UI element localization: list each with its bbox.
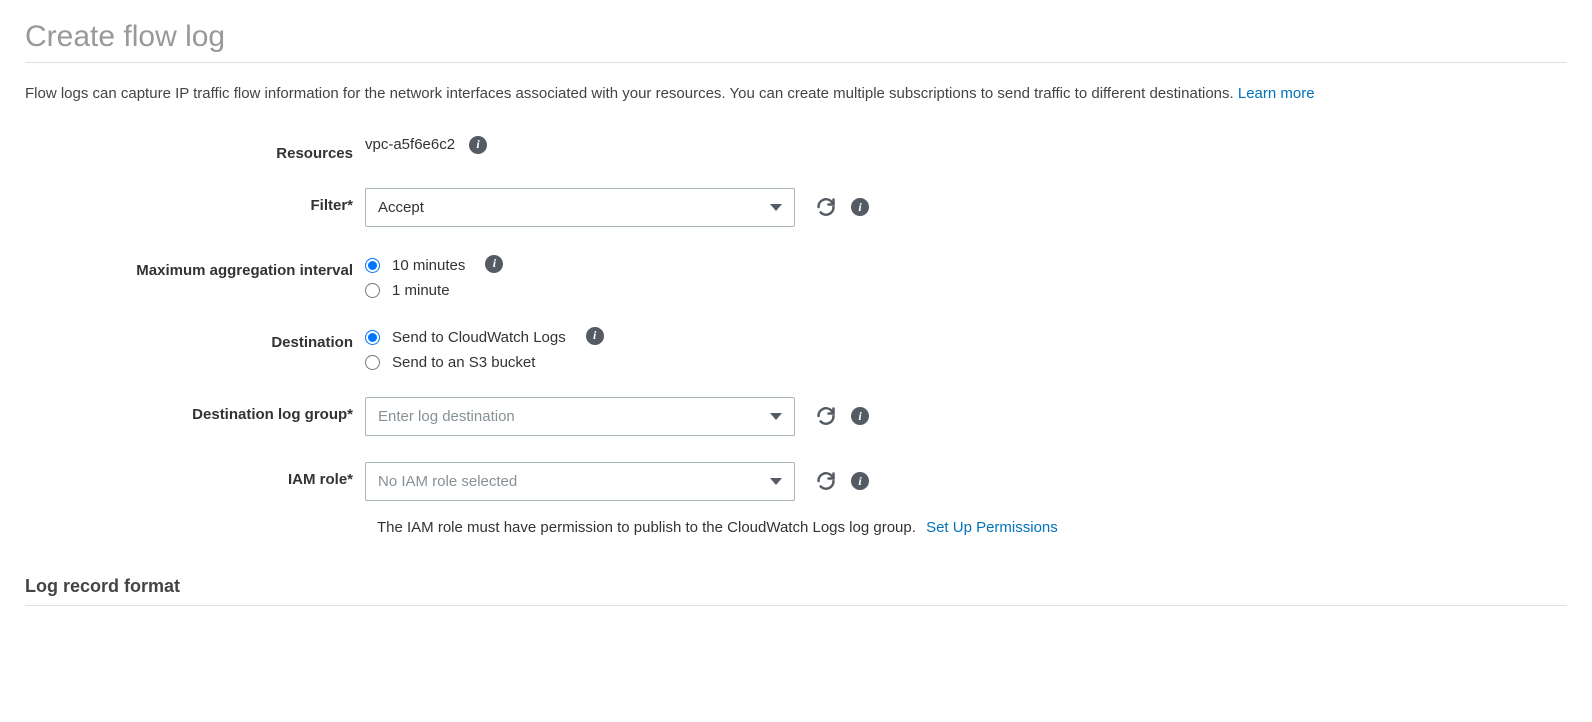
filter-dropdown[interactable]: Accept	[365, 188, 795, 227]
setup-permissions-link[interactable]: Set Up Permissions	[926, 519, 1058, 536]
radio-s3[interactable]: Send to an S3 bucket	[365, 354, 566, 371]
row-iam-role: IAM role* No IAM role selected i	[25, 462, 1567, 501]
refresh-icon[interactable]	[815, 196, 837, 218]
resources-value: vpc-a5f6e6c2	[365, 136, 455, 153]
label-iam-role: IAM role*	[25, 462, 365, 488]
row-log-group: Destination log group* Enter log destina…	[25, 397, 1567, 436]
info-icon[interactable]: i	[851, 198, 869, 216]
info-icon[interactable]: i	[586, 327, 604, 345]
page-title: Create flow log	[25, 20, 1567, 63]
radio-cloudwatch-label: Send to CloudWatch Logs	[392, 329, 566, 346]
chevron-down-icon	[770, 478, 782, 485]
description-text: Flow logs can capture IP traffic flow in…	[25, 85, 1234, 102]
info-icon[interactable]: i	[851, 472, 869, 490]
label-max-aggregation: Maximum aggregation interval	[25, 253, 365, 279]
refresh-icon[interactable]	[815, 470, 837, 492]
section-log-format: Log record format	[25, 576, 1567, 606]
info-icon[interactable]: i	[485, 255, 503, 273]
radio-s3-input[interactable]	[365, 355, 380, 370]
iam-hint-row: The IAM role must have permission to pub…	[25, 509, 1567, 536]
row-filter: Filter* Accept i	[25, 188, 1567, 227]
radio-cloudwatch[interactable]: Send to CloudWatch Logs	[365, 329, 566, 346]
radio-10-minutes-label: 10 minutes	[392, 257, 465, 274]
filter-value: Accept	[378, 199, 424, 216]
label-filter: Filter*	[25, 188, 365, 214]
radio-s3-label: Send to an S3 bucket	[392, 354, 535, 371]
radio-10-minutes[interactable]: 10 minutes	[365, 257, 465, 274]
iam-role-dropdown[interactable]: No IAM role selected	[365, 462, 795, 501]
iam-role-placeholder: No IAM role selected	[378, 473, 517, 490]
radio-1-minute[interactable]: 1 minute	[365, 282, 465, 299]
radio-cloudwatch-input[interactable]	[365, 330, 380, 345]
row-resources: Resources vpc-a5f6e6c2 i	[25, 136, 1567, 162]
row-max-aggregation: Maximum aggregation interval 10 minutes …	[25, 253, 1567, 299]
info-icon[interactable]: i	[851, 407, 869, 425]
page-description: Flow logs can capture IP traffic flow in…	[25, 83, 1567, 106]
log-group-dropdown[interactable]: Enter log destination	[365, 397, 795, 436]
radio-1-minute-input[interactable]	[365, 283, 380, 298]
iam-hint-text: The IAM role must have permission to pub…	[377, 519, 916, 536]
label-destination: Destination	[25, 325, 365, 351]
log-group-placeholder: Enter log destination	[378, 408, 515, 425]
learn-more-link[interactable]: Learn more	[1238, 85, 1315, 102]
chevron-down-icon	[770, 413, 782, 420]
row-destination: Destination Send to CloudWatch Logs Send…	[25, 325, 1567, 371]
label-log-group: Destination log group*	[25, 397, 365, 423]
chevron-down-icon	[770, 204, 782, 211]
refresh-icon[interactable]	[815, 405, 837, 427]
label-resources: Resources	[25, 136, 365, 162]
radio-1-minute-label: 1 minute	[392, 282, 450, 299]
info-icon[interactable]: i	[469, 136, 487, 154]
radio-10-minutes-input[interactable]	[365, 258, 380, 273]
